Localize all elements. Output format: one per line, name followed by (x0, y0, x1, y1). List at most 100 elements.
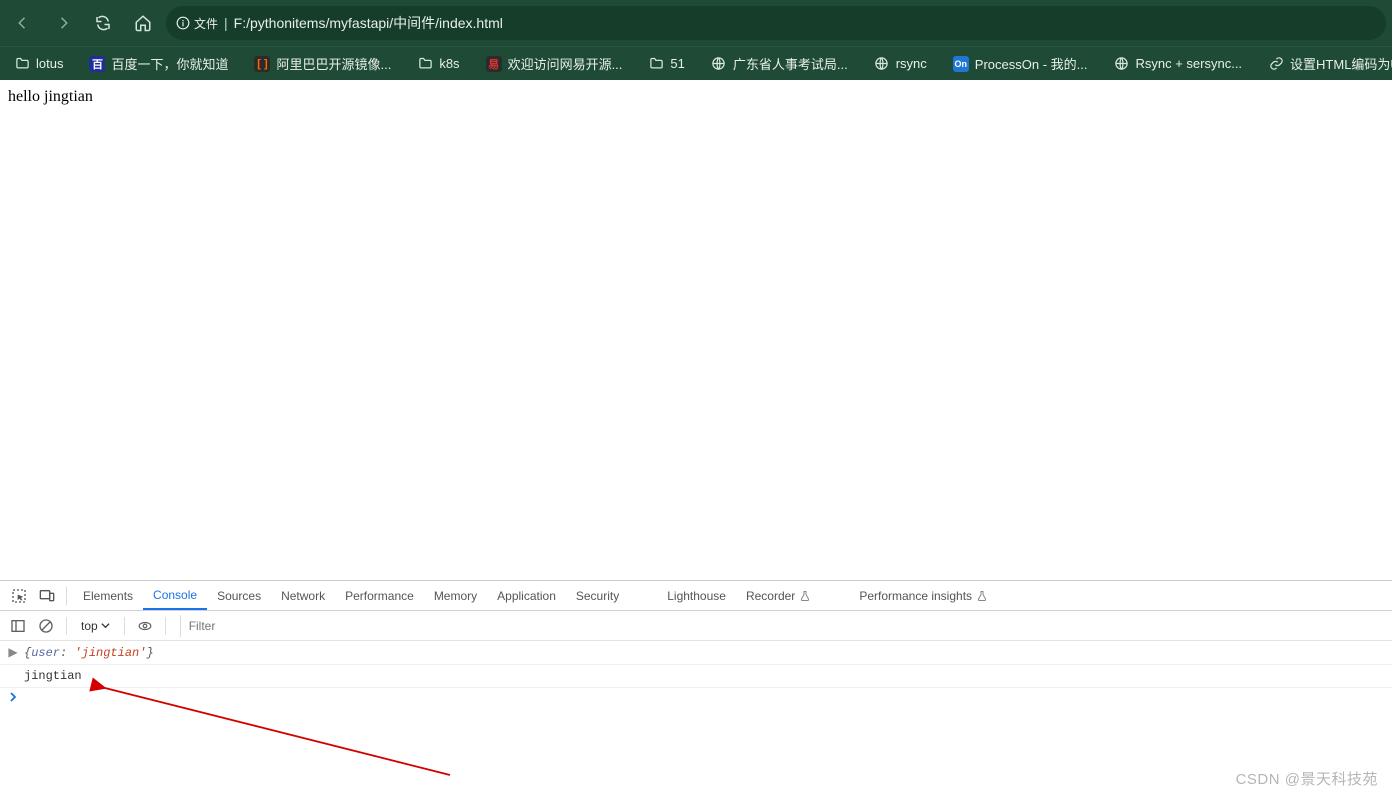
page-body-text: hello jingtian (8, 88, 93, 105)
console-prompt[interactable] (0, 688, 1392, 706)
bookmark-label: 阿里巴巴开源镜像... (276, 54, 391, 73)
devtools-tab-performance[interactable]: Performance (335, 581, 424, 610)
console-object: {user: 'jingtian'} (24, 646, 154, 660)
globe-icon (711, 56, 727, 72)
folder-icon (648, 56, 664, 72)
bookmark-item[interactable]: 百百度一下，你就知道 (79, 50, 238, 77)
watermark: CSDN @景天科技苑 (1236, 768, 1378, 789)
tab-label: Elements (83, 589, 133, 603)
devtools-tab-console[interactable]: Console (143, 581, 207, 610)
baidu-icon: 百 (89, 56, 105, 72)
console-log-row[interactable]: jingtian (0, 665, 1392, 688)
devtools-tab-network[interactable]: Network (271, 581, 335, 610)
bookmark-item[interactable]: 设置HTML编码为U... (1258, 50, 1392, 77)
devtools-tabs: Elements Console Sources Network Performance… (0, 581, 1392, 611)
reload-icon (94, 14, 112, 32)
devtools-tab-elements[interactable]: Elements (73, 581, 143, 610)
bookmark-item[interactable]: [ ] 阿里巴巴开源镜像... (244, 50, 401, 77)
toolbar: 文件 | F:/pythonitems/myfastapi/中间件/index.… (0, 0, 1392, 46)
site-info-icon[interactable]: 文件 (176, 15, 218, 32)
clear-console-icon[interactable] (34, 614, 58, 638)
back-button[interactable] (6, 6, 40, 40)
tab-label: Performance insights (859, 589, 972, 603)
folder-icon (14, 56, 30, 72)
globe-icon (1113, 56, 1129, 72)
bookmark-label: k8s (439, 56, 459, 71)
devtools-tab-security[interactable]: Security (566, 581, 629, 610)
tab-label: Memory (434, 589, 477, 603)
tab-label: Sources (217, 589, 261, 603)
bookmark-item[interactable]: Rsync + sersync... (1103, 52, 1252, 76)
tab-label: Recorder (746, 589, 795, 603)
bookmark-label: Rsync + sersync... (1135, 56, 1242, 71)
tab-label: Console (153, 588, 197, 602)
home-button[interactable] (126, 6, 160, 40)
caret-down-icon (101, 621, 110, 630)
devtools-tab-performance-insights[interactable]: Performance insights (849, 581, 998, 610)
bookmark-label: lotus (36, 56, 63, 71)
page-content: hello jingtian (0, 80, 1392, 580)
address-bar[interactable]: 文件 | F:/pythonitems/myfastapi/中间件/index.… (166, 6, 1386, 40)
devtools-panel: Elements Console Sources Network Performance… (0, 580, 1392, 798)
bookmark-item[interactable]: 广东省人事考试局... (701, 50, 858, 77)
url-text: F:/pythonitems/myfastapi/中间件/index.html (234, 13, 503, 33)
net163-icon: 易 (486, 56, 502, 72)
bookmark-label: 51 (670, 56, 684, 71)
device-toggle-icon[interactable] (34, 583, 60, 609)
reload-button[interactable] (86, 6, 120, 40)
arrow-left-icon (14, 14, 32, 32)
console-filter[interactable] (180, 615, 1392, 637)
bookmark-item[interactable]: 易欢迎访问网易开源... (476, 50, 633, 77)
tab-label: Performance (345, 589, 414, 603)
context-label: top (81, 619, 98, 633)
home-icon (134, 14, 152, 32)
filter-input[interactable] (180, 615, 1392, 637)
toggle-sidebar-icon[interactable] (6, 614, 30, 638)
console-text: jingtian (24, 669, 82, 683)
divider (66, 587, 67, 605)
devtools-tab-sources[interactable]: Sources (207, 581, 271, 610)
chevron-right-icon (8, 692, 18, 702)
devtools-tab-memory[interactable]: Memory (424, 581, 487, 610)
bookmark-item[interactable]: 51 (638, 52, 694, 76)
bookmark-label: 广东省人事考试局... (733, 54, 848, 73)
console-output: ▶ {user: 'jingtian'} jingtian (0, 641, 1392, 798)
bookmark-label: 百度一下，你就知道 (111, 54, 228, 73)
arrow-right-icon (54, 14, 72, 32)
divider (124, 617, 125, 635)
tab-label: Lighthouse (667, 589, 726, 603)
browser-chrome: 文件 | F:/pythonitems/myfastapi/中间件/index.… (0, 0, 1392, 80)
tab-label: Application (497, 589, 556, 603)
devtools-tab-application[interactable]: Application (487, 581, 566, 610)
flask-icon (976, 590, 988, 602)
url-scheme-label: 文件 (194, 15, 218, 32)
bookmark-item[interactable]: k8s (407, 52, 469, 76)
bookmark-label: 设置HTML编码为U... (1290, 54, 1392, 73)
console-toolbar: top (0, 611, 1392, 641)
bookmark-label: rsync (896, 56, 927, 71)
bookmark-label: ProcessOn - 我的... (975, 54, 1088, 73)
forward-button[interactable] (46, 6, 80, 40)
bookmark-label: 欢迎访问网易开源... (508, 54, 623, 73)
bookmark-item[interactable]: On ProcessOn - 我的... (943, 50, 1098, 77)
expand-caret-icon[interactable]: ▶ (8, 645, 18, 660)
tab-label: Security (576, 589, 619, 603)
flask-icon (799, 590, 811, 602)
inspect-element-icon[interactable] (6, 583, 32, 609)
execution-context-selector[interactable]: top (75, 619, 116, 633)
link-icon (1268, 56, 1284, 72)
globe-icon (874, 56, 890, 72)
tab-label: Network (281, 589, 325, 603)
on-icon: On (953, 56, 969, 72)
divider (66, 617, 67, 635)
live-expression-icon[interactable] (133, 614, 157, 638)
folder-icon (417, 56, 433, 72)
ali-icon: [ ] (254, 56, 270, 72)
console-log-row[interactable]: ▶ {user: 'jingtian'} (0, 641, 1392, 665)
divider (165, 617, 166, 635)
devtools-tab-lighthouse[interactable]: Lighthouse (657, 581, 736, 610)
devtools-tab-recorder[interactable]: Recorder (736, 581, 821, 610)
bookmark-item[interactable]: rsync (864, 52, 937, 76)
bookmark-bar: lotus 百百度一下，你就知道 [ ] 阿里巴巴开源镜像... k8s 易欢迎访问网易开… (0, 46, 1392, 80)
bookmark-item[interactable]: lotus (4, 52, 73, 76)
